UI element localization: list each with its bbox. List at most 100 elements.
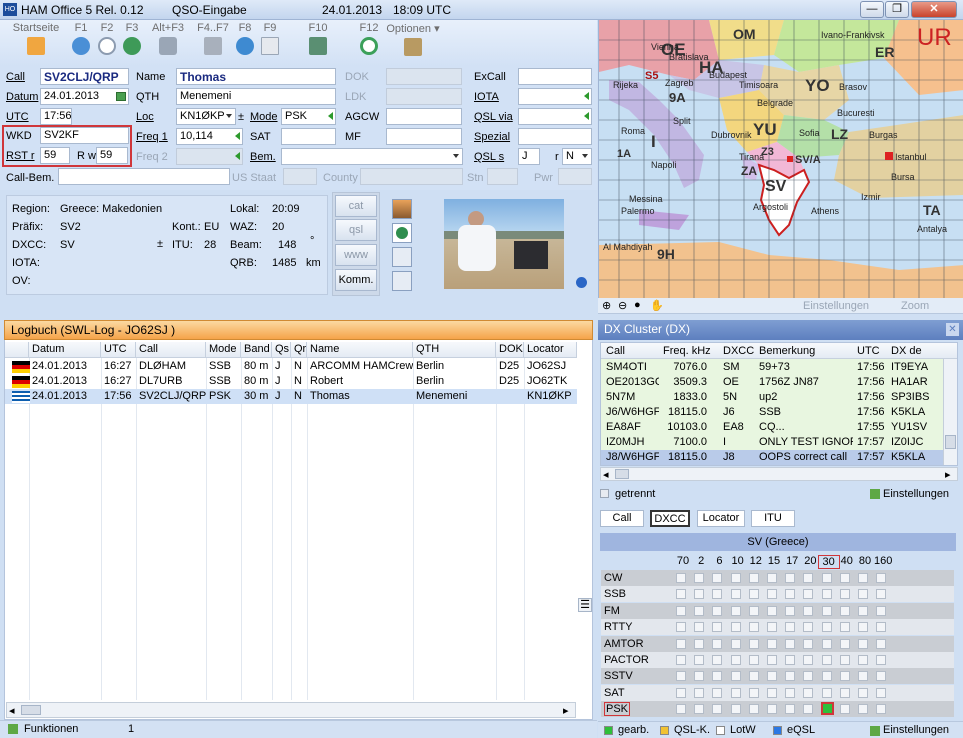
freq1-input[interactable]: 10,114 <box>176 128 243 145</box>
band-mode-checkbox[interactable] <box>748 622 759 633</box>
band-mode-checkbox[interactable] <box>839 622 850 633</box>
band-mode-checkbox[interactable] <box>676 638 686 649</box>
mf-input[interactable] <box>386 128 462 145</box>
dx-column-bemerkung[interactable]: Bemerkung <box>757 344 853 359</box>
scroll-right-icon[interactable]: ▸ <box>945 468 951 481</box>
settings-icon[interactable] <box>870 726 880 736</box>
band-mode-checkbox[interactable] <box>694 655 705 665</box>
dx-row[interactable]: IZ0MJH 7100.0 I ONLY TEST IGNOF 17:57 IZ0IJC <box>601 435 943 450</box>
band-mode-checkbox[interactable] <box>821 622 832 633</box>
band-mode-checkbox[interactable] <box>785 687 796 698</box>
globe-icon[interactable] <box>392 223 412 243</box>
band-mode-checkbox[interactable] <box>803 638 814 649</box>
bem-input[interactable] <box>281 148 463 165</box>
dx-row[interactable]: J6/W6HGF 18115.0 J6 SSB 17:56 K5KLA <box>601 405 943 420</box>
band-mode-checkbox[interactable] <box>694 573 705 583</box>
loc-sort-icon[interactable]: ± <box>238 111 244 123</box>
band-mode-checkbox[interactable] <box>767 638 777 649</box>
band-mode-checkbox[interactable] <box>839 687 850 698</box>
qsl-via-input[interactable] <box>518 108 592 125</box>
table-row[interactable]: 24.01.2013 16:27 DL7URB SSB 80 m J N Rob… <box>5 374 577 389</box>
loc-input[interactable]: KN1ØKP <box>176 108 236 125</box>
funktionen-button[interactable]: Funktionen <box>24 723 78 735</box>
band-mode-checkbox[interactable] <box>858 605 868 616</box>
dx-einstellungen-button[interactable]: Einstellungen <box>883 488 949 500</box>
band-mode-checkbox[interactable] <box>676 655 686 665</box>
arrow-right-icon[interactable] <box>576 277 587 288</box>
band-mode-checkbox[interactable] <box>821 589 832 600</box>
band-mode-checkbox[interactable] <box>767 589 777 600</box>
band-mode-checkbox[interactable] <box>858 704 868 715</box>
spezial-input[interactable] <box>518 128 592 145</box>
column-header-flag[interactable] <box>5 342 29 358</box>
scroll-right-icon[interactable]: ▸ <box>563 704 569 717</box>
band-mode-checkbox[interactable] <box>785 573 796 583</box>
tab-call[interactable]: Call <box>600 510 644 527</box>
dx-column-dxde[interactable]: DX de <box>889 344 941 359</box>
qsl-button[interactable]: qsl <box>335 219 377 241</box>
call-input[interactable]: SV2CLJ/QRP <box>40 68 129 85</box>
band-mode-checkbox[interactable] <box>676 589 686 600</box>
dxcc-sort-icon[interactable]: ± <box>157 238 163 250</box>
band-mode-checkbox[interactable] <box>712 573 723 583</box>
name-input[interactable]: Thomas <box>176 68 336 85</box>
dok-input[interactable] <box>386 68 462 85</box>
band-mode-checkbox[interactable] <box>767 704 777 715</box>
scrollbar-thumb[interactable] <box>21 705 41 715</box>
band-mode-checkbox[interactable] <box>858 687 868 698</box>
band-mode-checkbox[interactable] <box>785 704 796 715</box>
band-mode-checkbox[interactable] <box>767 671 777 682</box>
legend-einstellungen-button[interactable]: Einstellungen <box>883 724 949 736</box>
dx-vertical-scrollbar[interactable] <box>943 359 957 465</box>
band-mode-checkbox[interactable] <box>858 638 868 649</box>
dx-column-dxcc[interactable]: DXCC <box>721 344 755 359</box>
band-mode-checkbox[interactable] <box>858 589 868 600</box>
column-header-band[interactable]: Band <box>241 342 272 358</box>
band-mode-checkbox[interactable] <box>748 687 759 698</box>
band-mode-checkbox[interactable] <box>767 687 777 698</box>
band-mode-checkbox[interactable] <box>876 605 887 616</box>
agcw-input[interactable] <box>386 108 462 125</box>
log-horizontal-scrollbar[interactable]: ◂ ▸ <box>6 702 576 718</box>
dx-row[interactable]: J8/W6HGF 18115.0 J8 OOPS correct call 17:57 K… <box>601 450 943 465</box>
globe-icon[interactable]: ● <box>634 299 641 311</box>
band-mode-checkbox[interactable] <box>712 638 723 649</box>
band-mode-checkbox[interactable] <box>876 687 887 698</box>
band-mode-checkbox[interactable] <box>803 589 814 600</box>
band-mode-checkbox[interactable] <box>676 671 686 682</box>
band-mode-checkbox[interactable] <box>803 605 814 616</box>
band-mode-checkbox[interactable] <box>803 687 814 698</box>
band-mode-checkbox[interactable] <box>803 655 814 665</box>
band-mode-checkbox[interactable] <box>730 671 741 682</box>
rst-w-input[interactable]: 59 <box>96 147 128 164</box>
band-mode-checkbox[interactable] <box>876 589 887 600</box>
band-mode-checkbox[interactable] <box>694 638 705 649</box>
column-header-qs[interactable]: Qs <box>272 342 291 358</box>
scrollbar-thumb[interactable] <box>615 469 629 479</box>
band-mode-checkbox[interactable] <box>748 573 759 583</box>
band-mode-checkbox[interactable] <box>676 605 686 616</box>
band-mode-checkbox[interactable] <box>712 687 723 698</box>
minimize-button[interactable]: — <box>860 1 884 18</box>
band-mode-checkbox[interactable] <box>694 622 705 633</box>
band-mode-checkbox[interactable] <box>676 704 686 715</box>
band-mode-checkbox[interactable] <box>821 655 832 665</box>
dx-horizontal-scrollbar[interactable]: ◂ ▸ <box>600 467 958 481</box>
sat-input[interactable] <box>281 128 336 145</box>
column-header-locator[interactable]: Locator <box>524 342 577 358</box>
band-mode-checkbox[interactable] <box>767 605 777 616</box>
rst-r-input[interactable]: 59 <box>40 147 70 164</box>
column-header-datum[interactable]: Datum <box>29 342 101 358</box>
toolbar-f9[interactable]: F9 <box>251 22 289 55</box>
band-mode-checkbox[interactable] <box>730 622 741 633</box>
band-mode-checkbox[interactable] <box>876 638 887 649</box>
band-mode-checkbox[interactable] <box>839 573 850 583</box>
band-mode-checkbox[interactable] <box>748 704 759 715</box>
band-mode-checkbox[interactable] <box>785 589 796 600</box>
band-mode-checkbox[interactable] <box>694 589 705 600</box>
zoom-in-icon[interactable]: ⊕ <box>602 299 611 312</box>
band-mode-checkbox[interactable] <box>785 671 796 682</box>
qsl-s-input[interactable]: J <box>518 148 540 165</box>
band-mode-checkbox[interactable] <box>821 687 832 698</box>
dx-row[interactable]: SM4OTI 7076.0 SM 59+73 17:56 IT9EYA <box>601 360 943 375</box>
